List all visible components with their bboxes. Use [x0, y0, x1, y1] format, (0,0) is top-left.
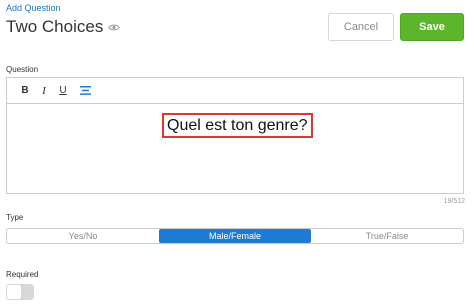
required-label: Required — [6, 270, 39, 279]
eye-icon[interactable] — [108, 23, 121, 32]
cancel-button[interactable]: Cancel — [328, 13, 394, 41]
breadcrumb-add-question[interactable]: Add Question — [6, 3, 61, 13]
underline-button[interactable]: U — [54, 83, 72, 99]
save-button[interactable]: Save — [400, 13, 464, 41]
type-option-male-female[interactable]: Male/Female — [159, 229, 311, 243]
type-selector: Yes/No Male/Female True/False — [6, 228, 464, 244]
page-title: Two Choices — [6, 17, 121, 37]
type-option-yes-no[interactable]: Yes/No — [7, 229, 159, 243]
character-count: 19/512 — [443, 198, 465, 205]
type-label: Type — [6, 213, 24, 222]
question-label: Question — [6, 65, 39, 74]
question-editor: B I U Quel est ton genre? — [6, 77, 464, 194]
align-center-icon[interactable] — [76, 83, 94, 99]
italic-button[interactable]: I — [35, 83, 53, 99]
question-text: Quel est ton genre? — [162, 113, 313, 138]
editor-toolbar: B I U — [7, 78, 463, 104]
required-toggle[interactable] — [6, 284, 34, 300]
page-title-text: Two Choices — [6, 17, 104, 36]
question-text-area[interactable]: Quel est ton genre? — [7, 104, 463, 193]
toggle-knob — [7, 285, 21, 299]
type-option-true-false[interactable]: True/False — [311, 229, 463, 243]
bold-button[interactable]: B — [16, 83, 34, 99]
